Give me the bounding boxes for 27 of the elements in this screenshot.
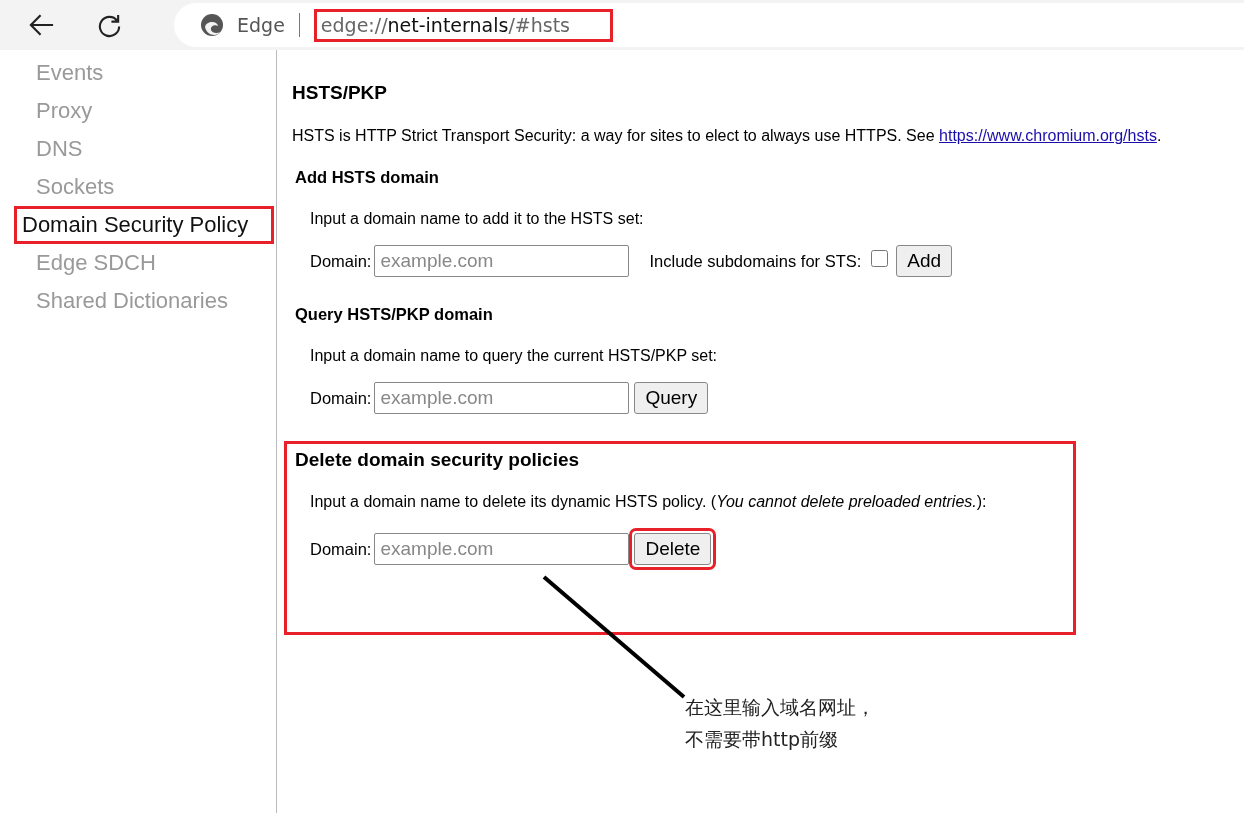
address-field[interactable]: edge://net-internals/#hsts: [313, 8, 613, 42]
page-title: HSTS/PKP: [292, 82, 389, 104]
section-description: Input a domain name to delete its dynamic HSTS policy. (You cannot delete preloaded entries.):: [310, 493, 988, 511]
section-description: Input a domain name to add it to the HSTS set:: [310, 210, 645, 228]
domain-field[interactable]: example.com: [374, 382, 630, 414]
domain-field[interactable]: example.com: [374, 245, 630, 277]
back-icon[interactable]: [28, 13, 55, 37]
domain-label: Domain:: [310, 539, 372, 559]
browser-name: Edge: [237, 14, 285, 36]
section-description: Input a domain name to query the current HSTS/PKP set:: [310, 347, 719, 365]
action-button[interactable]: Query: [634, 382, 709, 414]
section-heading: Delete domain security policies: [295, 449, 581, 471]
swirl-icon: [200, 13, 224, 37]
sidebar-item[interactable]: Domain Security Policy: [14, 206, 274, 244]
action-button[interactable]: Delete: [634, 533, 712, 565]
domain-label: Domain:: [310, 388, 372, 408]
action-button[interactable]: Add: [896, 245, 953, 277]
section-heading: Add HSTS domain: [295, 168, 440, 187]
subdomains-checkbox[interactable]: [871, 249, 889, 267]
domain-label: Domain:: [310, 251, 372, 271]
refresh-icon[interactable]: [97, 12, 122, 38]
section-heading: Query HSTS/PKP domain: [295, 305, 494, 324]
annotation-note: 在这里输入域名网址， 不需要带http前缀: [685, 695, 875, 752]
intro-text: HSTS is HTTP Strict Transport Security: a way for sites to elect to always use HTTPS. See https://www.chromium.org/hsts.: [292, 127, 1163, 145]
hsts-link[interactable]: https://www.chromium.org/hsts: [939, 127, 1157, 144]
checkbox-label: Include subdomains for STS:: [649, 251, 862, 271]
domain-field[interactable]: example.com: [374, 533, 630, 565]
